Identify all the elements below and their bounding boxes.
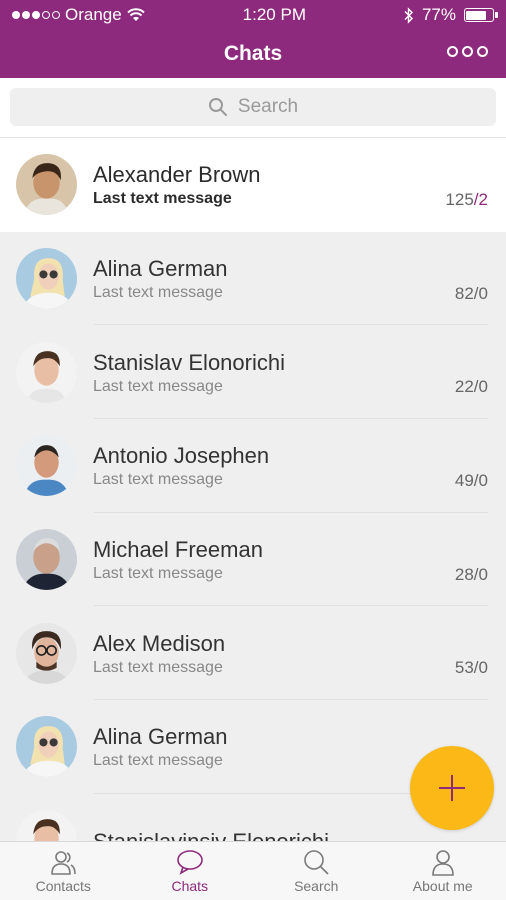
chat-name: Alina German [93, 256, 228, 282]
message-count-new: 2 [478, 190, 488, 209]
chat-row[interactable]: Stanislav Elonorichi Last text message 22/… [0, 325, 506, 420]
battery-percent: 77% [421, 5, 456, 24]
tab-contacts[interactable]: Contacts [0, 842, 127, 900]
message-count-total: 22 [454, 377, 474, 397]
message-count: 125/2 [445, 190, 488, 210]
chat-name: Michael Freeman [93, 537, 263, 563]
chat-text: Alexander Brown Last text message [93, 159, 506, 210]
chat-text: Alex Medison Last text message [93, 628, 506, 679]
chat-row[interactable]: Alex Medison Last text message 53/0 [0, 606, 506, 701]
chat-row[interactable]: Antonio Josephen Last text message 49/0 [0, 419, 506, 513]
chat-row[interactable]: Alexander Brown Last text message 125/2 [0, 138, 506, 232]
message-count: 82/0 [455, 284, 488, 304]
message-count-total: 125 [445, 190, 474, 209]
signal-dot [32, 11, 40, 19]
status-left: Orange [12, 5, 145, 25]
male-glasses-avatar [16, 622, 77, 684]
message-count: 49/0 [455, 471, 488, 491]
chat-bubble-icon [176, 848, 204, 878]
bluetooth-icon [404, 6, 413, 24]
signal-dot [42, 11, 50, 19]
message-count-new: 0 [478, 471, 488, 491]
male-young-avatar [16, 810, 77, 841]
page-title: Chats [223, 42, 283, 65]
status-right: 77% [404, 5, 498, 25]
message-count: 22/0 [455, 377, 488, 397]
search-icon [302, 848, 330, 878]
tab-bar: Contacts Chats Search About me [0, 841, 506, 900]
battery-icon [463, 8, 498, 22]
contacts-icon [49, 848, 77, 878]
message-count-total: 49 [454, 471, 474, 491]
chat-name: Antonio Josephen [93, 443, 270, 469]
more-options-button[interactable] [447, 46, 488, 57]
status-bar: Orange 1:20 PM 77% [0, 0, 506, 30]
message-count-new: 0 [478, 377, 488, 397]
tab-label: Search [294, 878, 339, 894]
search-bar: Search [0, 78, 506, 138]
chat-last-message: Last text message [93, 284, 223, 302]
chat-name: Stanislav Elonorichi [93, 349, 285, 375]
signal-dot [22, 11, 30, 19]
male-blue-shirt-avatar [16, 435, 77, 497]
female-blonde-sunglasses-avatar [16, 248, 77, 310]
person-icon [429, 848, 457, 878]
chat-last-message: Last text message [93, 658, 223, 676]
male-dark-hair-avatar [16, 154, 77, 216]
tab-search[interactable]: Search [253, 842, 380, 900]
male-young-avatar [16, 341, 77, 403]
chat-text: Michael Freeman Last text message [93, 534, 506, 585]
search-input[interactable]: Search [10, 88, 496, 126]
chat-last-message: Last text message [93, 565, 223, 583]
chat-row[interactable]: Michael Freeman Last text message 28/0 [0, 512, 506, 607]
tab-about-me[interactable]: About me [380, 842, 506, 900]
wifi-icon [127, 8, 145, 21]
tab-label: Chats [171, 878, 209, 894]
status-time: 1:20 PM [242, 5, 306, 24]
message-count-total: 53 [454, 658, 474, 678]
chat-list: Alexander Brown Last text message 125/2 Ali… [0, 138, 506, 841]
chat-name: Alexander Brown [93, 162, 261, 188]
chat-text: Alina German Last text message [93, 253, 506, 304]
more-dot-icon [477, 46, 488, 57]
battery-level [466, 10, 486, 20]
tab-label: Contacts [35, 878, 91, 894]
signal-dot [12, 11, 20, 19]
message-count-new: 0 [478, 564, 488, 584]
top-bar: Orange 1:20 PM 77% Chats [0, 0, 506, 78]
chat-name: Alex Medison [93, 630, 226, 656]
chat-text: Stanislav Elonorichi Last text message [93, 347, 506, 398]
message-count-total: 82 [454, 283, 474, 303]
carrier-name: Orange [65, 5, 122, 24]
tab-chats[interactable]: Chats [127, 842, 254, 900]
new-chat-button[interactable] [410, 746, 494, 830]
signal-strength-icon [12, 11, 60, 19]
search-icon [208, 98, 227, 116]
female-blonde-sunglasses-avatar [16, 716, 77, 778]
more-dot-icon [447, 46, 458, 57]
signal-dot [52, 11, 60, 19]
message-count-new: 0 [478, 658, 488, 678]
chat-last-message: Last text message [93, 190, 232, 208]
male-older-avatar [16, 529, 77, 591]
tab-label: About me [412, 878, 473, 894]
message-count: 28/0 [455, 565, 488, 585]
chat-text: Antonio Josephen Last text message [93, 440, 506, 491]
plus-icon [439, 775, 465, 801]
message-count-new: 0 [478, 283, 488, 303]
chat-last-message: Last text message [93, 471, 223, 489]
more-dot-icon [462, 46, 473, 57]
search-placeholder: Search [237, 96, 299, 117]
chat-last-message: Last text message [93, 377, 223, 395]
chat-row[interactable]: Alina German Last text message 82/0 [0, 231, 506, 326]
chat-name: Stanislavinsiv Elonorichi [93, 828, 506, 841]
message-count: 53/0 [455, 658, 488, 678]
message-count-total: 28 [454, 564, 474, 584]
header: Chats [0, 30, 506, 78]
